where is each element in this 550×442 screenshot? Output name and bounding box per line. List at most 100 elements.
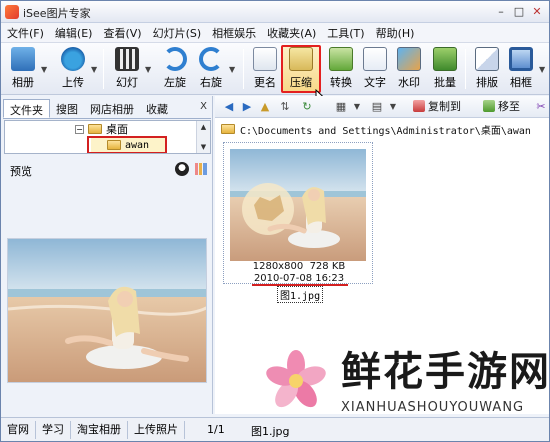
folder-icon	[88, 124, 102, 134]
toolbar-divider	[243, 49, 244, 89]
text-label: 文字	[364, 76, 386, 89]
refresh-icon[interactable]: ↻	[299, 99, 315, 115]
scroll-down-icon[interactable]: ▼	[197, 141, 210, 153]
frame-label: 相框	[510, 76, 532, 89]
main-toolbar: 相册 ▼ 上传 ▼ 幻灯 ▼ 左旋 右旋 ▼ 更名 压缩 转换 文字 水印 批量…	[1, 43, 549, 95]
thumbnail-image	[230, 149, 366, 261]
convert-label: 转换	[330, 76, 352, 89]
tree-scrollbar[interactable]: ▲ ▼	[196, 121, 210, 153]
folder-icon	[221, 124, 235, 134]
tab-folders[interactable]: 文件夹	[3, 99, 50, 118]
watermark-button[interactable]: 水印	[393, 47, 425, 91]
thumbnail-card[interactable]: 1280x800 728 KB 2010-07-08 16:23	[223, 142, 373, 286]
status-tab-learn[interactable]: 学习	[36, 420, 71, 439]
view-mode-icon[interactable]: ▦	[333, 99, 349, 115]
status-tab-website[interactable]: 官网	[1, 420, 36, 439]
frame-icon	[509, 47, 533, 71]
flower-logo-icon	[266, 350, 326, 408]
album-dropdown-icon[interactable]: ▼	[41, 65, 49, 74]
menu-file[interactable]: 文件(F)	[7, 25, 44, 41]
up-folder-icon[interactable]: ▲	[257, 99, 273, 115]
rename-label: 更名	[254, 76, 276, 89]
slideshow-button[interactable]: 幻灯	[111, 47, 143, 91]
tab-shop-album[interactable]: 网店相册	[84, 99, 140, 118]
back-icon[interactable]: ◀	[221, 99, 237, 115]
thumbnail-filename[interactable]: 图1.jpg	[277, 286, 324, 303]
preview-image	[7, 238, 207, 383]
forward-icon[interactable]: ▶	[239, 99, 255, 115]
watermark-title: 鲜花手游网	[341, 348, 550, 395]
status-bar: 官网 学习 淘宝相册 上传照片 1/1 图1.jpg	[1, 417, 549, 441]
rotate-right-button[interactable]: 右旋	[195, 47, 227, 91]
status-tab-upload-photos[interactable]: 上传照片	[128, 420, 185, 439]
scroll-up-icon[interactable]: ▲	[197, 121, 210, 133]
path-bar[interactable]: C:\Documents and Settings\Administrator\…	[215, 120, 549, 138]
rotate-left-button[interactable]: 左旋	[159, 47, 191, 91]
compress-button[interactable]: 压缩	[281, 45, 321, 93]
slideshow-label: 幻灯	[116, 76, 138, 89]
layout-button[interactable]: 排版	[471, 47, 503, 91]
scissors-icon[interactable]: ✂	[533, 99, 549, 115]
tab-search-images[interactable]: 搜图	[50, 99, 84, 118]
menu-favorites[interactable]: 收藏夹(A)	[267, 25, 316, 41]
copy-to-button[interactable]: 复制到	[413, 99, 461, 115]
upload-label: 上传	[62, 76, 84, 89]
minimize-icon[interactable]: –	[493, 4, 509, 20]
rename-button[interactable]: 更名	[249, 47, 281, 91]
menu-frame-fun[interactable]: 相框娱乐	[212, 25, 256, 41]
view-dropdown-icon[interactable]: ▼	[349, 99, 365, 115]
sort-icon[interactable]: ⇅	[277, 99, 293, 115]
menu-slideshow[interactable]: 幻灯片(S)	[153, 25, 202, 41]
rotate-left-icon	[163, 47, 187, 71]
upload-button[interactable]: 上传	[57, 47, 89, 91]
status-tab-taobao-album[interactable]: 淘宝相册	[71, 420, 128, 439]
selection-highlight	[87, 136, 167, 153]
batch-icon	[433, 47, 457, 71]
filter-dropdown-icon[interactable]: ▼	[385, 99, 401, 115]
close-icon[interactable]: X	[200, 101, 207, 112]
frame-button[interactable]: 相框	[505, 47, 537, 91]
move-to-button[interactable]: 移至	[483, 99, 520, 115]
layout-label: 排版	[476, 76, 498, 89]
copy-icon	[413, 100, 425, 112]
menu-tools[interactable]: 工具(T)	[327, 25, 364, 41]
rotate-right-icon	[199, 47, 223, 71]
upload-dropdown-icon[interactable]: ▼	[91, 65, 99, 74]
text-button[interactable]: 文字	[359, 47, 391, 91]
rotate-right-label: 右旋	[200, 76, 222, 89]
compress-icon	[289, 47, 313, 71]
convert-icon	[329, 47, 353, 71]
album-button[interactable]: 相册	[7, 47, 39, 91]
left-pane: 文件夹 搜图 网店相册 收藏 X − 桌面 awan ▲ ▼ 预览	[1, 96, 213, 414]
tab-favorites[interactable]: 收藏	[140, 99, 174, 118]
preview-label: 预览	[10, 165, 32, 178]
filter-icon[interactable]: ▤	[369, 99, 385, 115]
upload-icon	[61, 47, 85, 71]
image-dimensions: 1280x800	[252, 261, 304, 272]
rotate-dropdown-icon[interactable]: ▼	[229, 65, 237, 74]
menu-view[interactable]: 查看(V)	[103, 25, 141, 41]
menu-edit[interactable]: 编辑(E)	[55, 25, 93, 41]
batch-button[interactable]: 批量	[429, 47, 461, 91]
app-logo-icon	[5, 5, 19, 19]
tree-node-desktop[interactable]: − 桌面	[75, 121, 128, 137]
menu-help[interactable]: 帮助(H)	[376, 25, 415, 41]
maximize-icon[interactable]: □	[511, 4, 527, 20]
move-icon	[483, 100, 495, 112]
collapse-icon[interactable]: −	[75, 124, 84, 134]
close-icon[interactable]: ✕	[529, 4, 545, 20]
compress-label: 压缩	[290, 76, 312, 89]
status-filename: 图1.jpg	[251, 425, 290, 438]
page-indicator: 1/1	[207, 423, 225, 436]
frame-dropdown-icon[interactable]: ▼	[539, 65, 547, 74]
file-size: 728 KB	[309, 261, 346, 272]
layout-icon	[475, 47, 499, 71]
film-icon	[115, 47, 139, 71]
histogram-icon[interactable]	[195, 163, 207, 175]
folder-tree: − 桌面 awan ▲ ▼	[4, 120, 211, 154]
window-controls: – □ ✕	[491, 4, 545, 20]
convert-button[interactable]: 转换	[325, 47, 357, 91]
slideshow-dropdown-icon[interactable]: ▼	[145, 65, 153, 74]
qq-penguin-icon[interactable]	[175, 162, 189, 176]
toolbar-divider	[103, 49, 104, 89]
